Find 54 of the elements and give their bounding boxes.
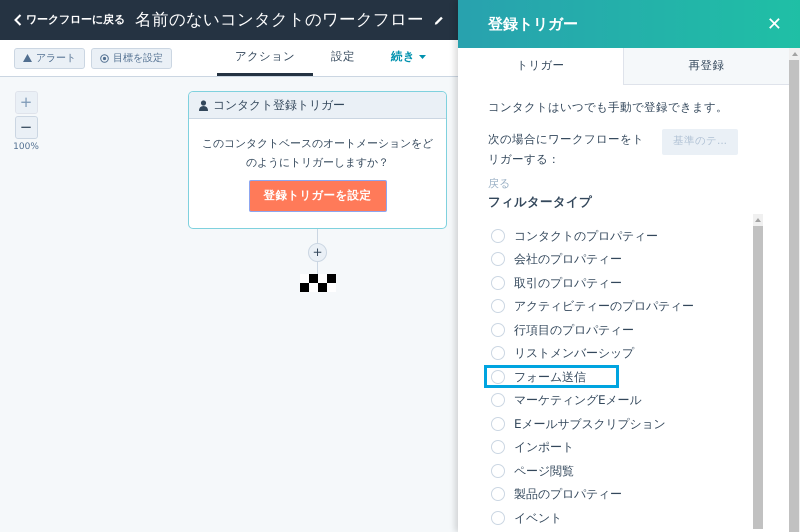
finish-flag-icon: [300, 274, 336, 292]
tab[interactable]: 設定: [313, 40, 373, 76]
filter-option[interactable]: ページ閲覧: [484, 458, 581, 482]
radio-button[interactable]: [491, 416, 505, 430]
pencil-icon[interactable]: [434, 14, 444, 26]
tab[interactable]: 再登録: [623, 48, 789, 85]
warning-icon: [23, 54, 32, 62]
filter-option[interactable]: イベント: [484, 506, 569, 530]
person-icon: [199, 100, 208, 110]
tab[interactable]: 続き: [373, 40, 444, 76]
filter-option[interactable]: リストメンバーシップ: [484, 341, 641, 365]
workflow-title: 名前のないコンタクトのワークフロー: [135, 8, 424, 31]
radio-button[interactable]: [491, 346, 505, 360]
radio-button[interactable]: [491, 464, 505, 478]
filter-option[interactable]: 会社のプロパティー: [484, 247, 629, 271]
trigger-label: 次の場合にワークフローをトリガーする：: [488, 131, 645, 168]
tab[interactable]: アクション: [217, 40, 313, 76]
filter-option[interactable]: 行項目のプロパティー: [484, 318, 641, 342]
scrollbar[interactable]: [753, 214, 763, 530]
filter-option[interactable]: アクティビティーのプロパティー: [484, 294, 701, 318]
filter-option[interactable]: Eメールサブスクリプション: [484, 412, 673, 436]
card-title: コンタクト登録トリガー: [213, 97, 345, 114]
info-text: コンタクトはいつでも手動で登録できます。: [488, 99, 729, 116]
radio-button[interactable]: [491, 510, 505, 524]
filter-option[interactable]: マーケティングEメール: [484, 388, 649, 412]
filter-option[interactable]: 取引のプロパティー: [484, 270, 629, 294]
radio-button[interactable]: [491, 393, 505, 407]
radio-button[interactable]: [491, 228, 505, 242]
goal-button[interactable]: 目標を設定: [91, 48, 172, 68]
alert-button[interactable]: アラート: [14, 48, 85, 68]
zoom-level: 100%: [13, 141, 39, 154]
back-chevron-icon: [14, 14, 22, 26]
caret-icon: [419, 54, 426, 58]
radio-button[interactable]: [491, 299, 505, 313]
radio-button[interactable]: [491, 252, 505, 266]
filter-option[interactable]: コンタクトのプロパティー: [484, 224, 665, 248]
radio-button[interactable]: [491, 440, 505, 454]
radio-button[interactable]: [491, 487, 505, 501]
filter-option[interactable]: インポート: [484, 435, 581, 459]
section-heading: フィルタータイプ: [488, 193, 593, 211]
scrollbar[interactable]: [789, 48, 800, 532]
filter-option[interactable]: 製品のプロパティー: [484, 482, 629, 506]
scroll-up-icon[interactable]: [755, 218, 761, 222]
radio-button[interactable]: [491, 276, 505, 290]
card-text: このコンタクトベースのオートメーションをどのようにトリガーしますか？: [201, 136, 434, 171]
add-step-button[interactable]: +: [308, 242, 327, 262]
filter-option[interactable]: フォーム送信: [484, 364, 619, 388]
scroll-up-icon[interactable]: [792, 52, 798, 56]
radio-button[interactable]: [491, 322, 505, 336]
radio-button[interactable]: [491, 370, 505, 384]
target-icon: [100, 54, 109, 62]
zoom-out-button[interactable]: −: [14, 116, 38, 139]
panel-title: 登録トリガー: [488, 14, 578, 35]
back-link[interactable]: ワークフローに戻る: [14, 12, 125, 28]
